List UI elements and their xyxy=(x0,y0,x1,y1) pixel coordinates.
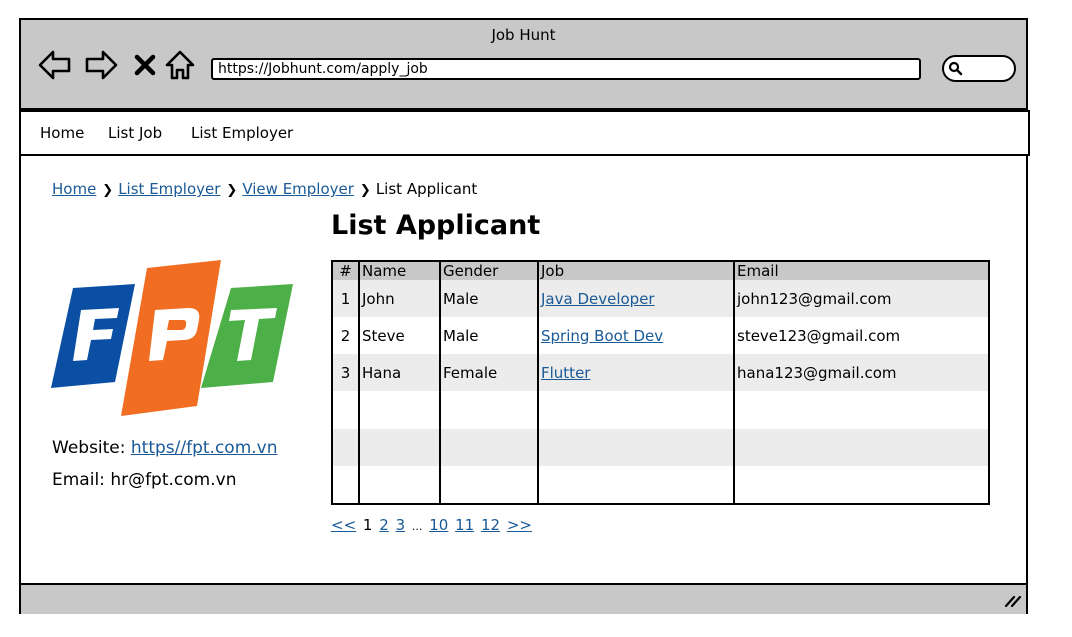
email-value: hr@fpt.com.vn xyxy=(110,470,237,490)
page-link[interactable]: 3 xyxy=(396,516,406,534)
page-link[interactable]: 11 xyxy=(455,516,474,534)
table-row-empty xyxy=(332,429,989,466)
cell-job: Flutter xyxy=(538,354,735,391)
column-header-job[interactable]: Job xyxy=(538,261,735,280)
job-link[interactable]: Flutter xyxy=(541,364,590,382)
table-row[interactable]: 1 John Male Java Developer john123@gmail… xyxy=(332,280,989,317)
top-menu: Home List Job List Employer xyxy=(21,110,1030,156)
pagination: << 1 2 3 ... 10 11 12 >> xyxy=(331,516,534,534)
status-bar xyxy=(21,583,1026,614)
browser-titlebar: Job Hunt https://Jobhunt.com/apply_job xyxy=(21,20,1026,110)
column-header-name[interactable]: Name xyxy=(359,261,441,280)
column-header-gender[interactable]: Gender xyxy=(440,261,539,280)
cell-name: John xyxy=(359,280,441,317)
cell-number: 1 xyxy=(332,280,360,317)
cell-job: Java Developer xyxy=(538,280,735,317)
page-next-link[interactable]: >> xyxy=(507,516,532,534)
page-current: 1 xyxy=(362,516,373,534)
cell-email: john123@gmail.com xyxy=(734,280,989,317)
address-bar[interactable]: https://Jobhunt.com/apply_job xyxy=(211,58,921,80)
chevron-right-icon: ❯ xyxy=(359,183,371,198)
page-prev-link[interactable]: << xyxy=(331,516,356,534)
table-row-empty xyxy=(332,391,989,429)
menu-item-list-employer[interactable]: List Employer xyxy=(191,124,293,142)
column-header-number[interactable]: # xyxy=(332,261,360,280)
table-row[interactable]: 3 Hana Female Flutter hana123@gmail.com xyxy=(332,354,989,391)
column-header-email[interactable]: Email xyxy=(734,261,989,280)
search-box[interactable] xyxy=(942,55,1016,82)
employer-website: Website: https//fpt.com.vn xyxy=(52,438,278,458)
page-link[interactable]: 10 xyxy=(429,516,448,534)
website-link[interactable]: https//fpt.com.vn xyxy=(131,438,278,458)
browser-window: Job Hunt https://Jobhunt.com/apply_job H… xyxy=(19,18,1030,614)
employer-email: Email: hr@fpt.com.vn xyxy=(52,470,236,490)
chevron-right-icon: ❯ xyxy=(102,183,114,198)
page-link[interactable]: 12 xyxy=(481,516,500,534)
cell-gender: Female xyxy=(440,354,539,391)
window-title: Job Hunt xyxy=(491,26,556,44)
applicant-table: # Name Gender Job Email 1 John Male Java… xyxy=(331,260,990,505)
cell-job: Spring Boot Dev xyxy=(538,317,735,354)
cell-name: Steve xyxy=(359,317,441,354)
breadcrumb: Home ❯ List Employer ❯ View Employer ❯ List Ap… xyxy=(52,180,477,198)
page-title: List Applicant xyxy=(331,210,541,241)
breadcrumb-current: List Applicant xyxy=(375,180,478,198)
website-label: Website: xyxy=(52,438,126,458)
page-link[interactable]: 2 xyxy=(379,516,389,534)
table-row[interactable]: 2 Steve Male Spring Boot Dev steve123@gm… xyxy=(332,317,989,354)
cell-number: 3 xyxy=(332,354,360,391)
table-header: # Name Gender Job Email xyxy=(332,261,989,280)
cell-gender: Male xyxy=(440,317,539,354)
cell-number: 2 xyxy=(332,317,360,354)
forward-arrow-icon[interactable] xyxy=(83,48,119,82)
breadcrumb-list-employer[interactable]: List Employer xyxy=(118,180,220,198)
email-label: Email: xyxy=(52,470,105,490)
cell-email: hana123@gmail.com xyxy=(734,354,989,391)
fpt-logo xyxy=(51,256,293,416)
close-icon[interactable] xyxy=(131,48,159,82)
breadcrumb-view-employer[interactable]: View Employer xyxy=(242,180,354,198)
cell-gender: Male xyxy=(440,280,539,317)
table-row-empty xyxy=(332,466,989,504)
breadcrumb-home[interactable]: Home xyxy=(52,180,96,198)
home-icon[interactable] xyxy=(164,48,196,82)
menu-item-list-job[interactable]: List Job xyxy=(108,124,162,142)
page-ellipsis: ... xyxy=(411,520,423,533)
search-icon xyxy=(948,61,963,76)
job-link[interactable]: Spring Boot Dev xyxy=(541,327,663,345)
chevron-right-icon: ❯ xyxy=(226,183,238,198)
cell-name: Hana xyxy=(359,354,441,391)
job-link[interactable]: Java Developer xyxy=(541,290,655,308)
cell-email: steve123@gmail.com xyxy=(734,317,989,354)
back-arrow-icon[interactable] xyxy=(37,48,73,82)
resize-grip-icon[interactable] xyxy=(1004,593,1022,607)
menu-item-home[interactable]: Home xyxy=(40,124,84,142)
